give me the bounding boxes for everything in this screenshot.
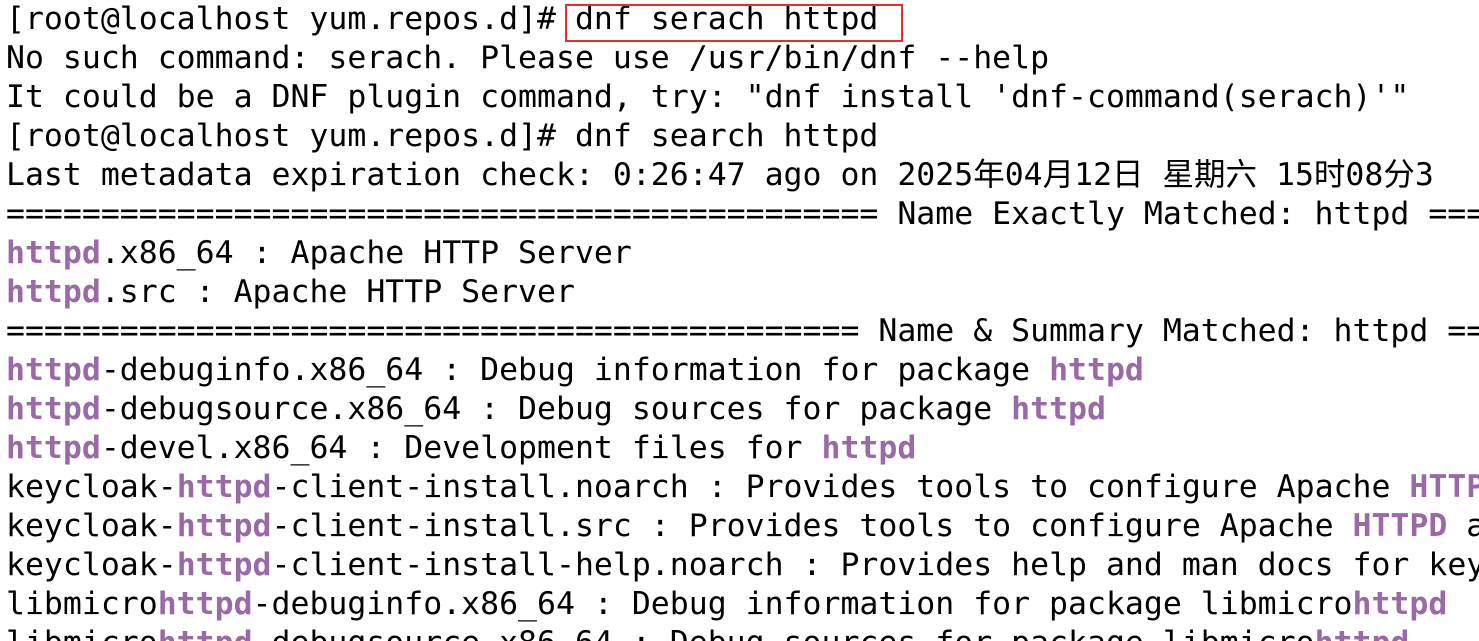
search-match-highlight: httpd <box>1315 625 1410 641</box>
terminal-line: ========================================… <box>6 195 1479 234</box>
terminal-line: keycloak-httpd-client-install-help.noarc… <box>6 546 1479 585</box>
terminal-line: It could be a DNF plugin command, try: "… <box>6 78 1479 117</box>
terminal-line: libmicrohttpd-debugsource.x86_64 : Debug… <box>6 624 1479 641</box>
terminal-text: keycloak- <box>6 508 177 544</box>
terminal-text: -debugsource.x86_64 : Debug sources for … <box>100 391 1012 427</box>
terminal-text: .x86_64 : Apache HTTP Server <box>100 235 632 271</box>
terminal-line: httpd-debuginfo.x86_64 : Debug informati… <box>6 351 1479 390</box>
terminal-line: keycloak-httpd-client-install.noarch : P… <box>6 468 1479 507</box>
search-match-highlight: httpd <box>158 625 253 641</box>
terminal-line: httpd-debugsource.x86_64 : Debug sources… <box>6 390 1479 429</box>
terminal-line: libmicrohttpd-debuginfo.x86_64 : Debug i… <box>6 585 1479 624</box>
search-match-highlight: httpd <box>821 430 917 466</box>
search-match-highlight: httpd <box>1011 391 1106 427</box>
terminal-text: No such command: serach. Please use /usr… <box>6 40 1050 76</box>
terminal-line: httpd.src : Apache HTTP Server <box>6 273 1479 312</box>
search-match-highlight: httpd <box>1049 352 1144 388</box>
terminal-line: Last metadata expiration check: 0:26:47 … <box>6 156 1479 195</box>
terminal-line: No such command: serach. Please use /usr… <box>6 39 1479 78</box>
search-match-highlight: httpd <box>6 274 101 310</box>
terminal-text: ========================================… <box>6 313 1479 349</box>
terminal-text: -debuginfo.x86_64 : Debug information fo… <box>252 586 1353 622</box>
terminal-text: keycloak- <box>6 547 177 583</box>
terminal-line: ========================================… <box>6 312 1479 351</box>
search-match-highlight: httpd <box>6 235 101 271</box>
terminal-line: httpd.x86_64 : Apache HTTP Server <box>6 234 1479 273</box>
terminal-text: It could be a DNF plugin command, try: "… <box>6 79 1410 115</box>
terminal-text: libmicro <box>6 586 158 622</box>
terminal-text: keycloak- <box>6 469 177 505</box>
terminal-text: ========================================… <box>6 196 1479 232</box>
terminal-text: [root@localhost yum.repos.d]# dnf search… <box>6 118 879 154</box>
search-match-highlight: httpd <box>6 430 101 466</box>
search-match-highlight: httpd <box>157 586 253 622</box>
search-match-highlight: httpd <box>176 508 272 544</box>
terminal-text: [root@localhost yum.repos.d]# dnf serach… <box>6 1 879 37</box>
terminal-text: .src : Apache HTTP Server <box>100 274 575 310</box>
terminal-text: -debuginfo.x86_64 : Debug information fo… <box>100 352 1050 388</box>
search-match-highlight: httpd <box>1352 586 1448 622</box>
terminal-line: keycloak-httpd-client-install.src : Prov… <box>6 507 1479 546</box>
terminal-text: a <box>1466 508 1479 544</box>
search-match-highlight: httpd <box>176 469 272 505</box>
search-match-highlight: HTTP <box>1409 469 1479 505</box>
search-match-highlight: httpd <box>6 391 101 427</box>
search-match-highlight: httpd <box>6 352 101 388</box>
terminal-text: -client-install-help.noarch : Provides h… <box>271 547 1479 583</box>
terminal-output[interactable]: [root@localhost yum.repos.d]# dnf serach… <box>6 0 1479 641</box>
terminal-text: libmicro <box>6 625 158 641</box>
search-match-highlight: HTTPD <box>1352 508 1448 544</box>
terminal-line: [root@localhost yum.repos.d]# dnf serach… <box>6 0 1479 39</box>
terminal-text: Last metadata expiration check: 0:26:47 … <box>6 157 1434 193</box>
terminal-text: -client-install.src : Provides tools to … <box>271 508 1353 544</box>
terminal-text: -devel.x86_64 : Development files for <box>100 430 822 466</box>
terminal-text: -client-install.noarch : Provides tools … <box>271 469 1410 505</box>
terminal-line: httpd-devel.x86_64 : Development files f… <box>6 429 1479 468</box>
terminal-line: [root@localhost yum.repos.d]# dnf search… <box>6 117 1479 156</box>
terminal-text: -debugsource.x86_64 : Debug sources for … <box>253 625 1315 641</box>
search-match-highlight: httpd <box>176 547 272 583</box>
